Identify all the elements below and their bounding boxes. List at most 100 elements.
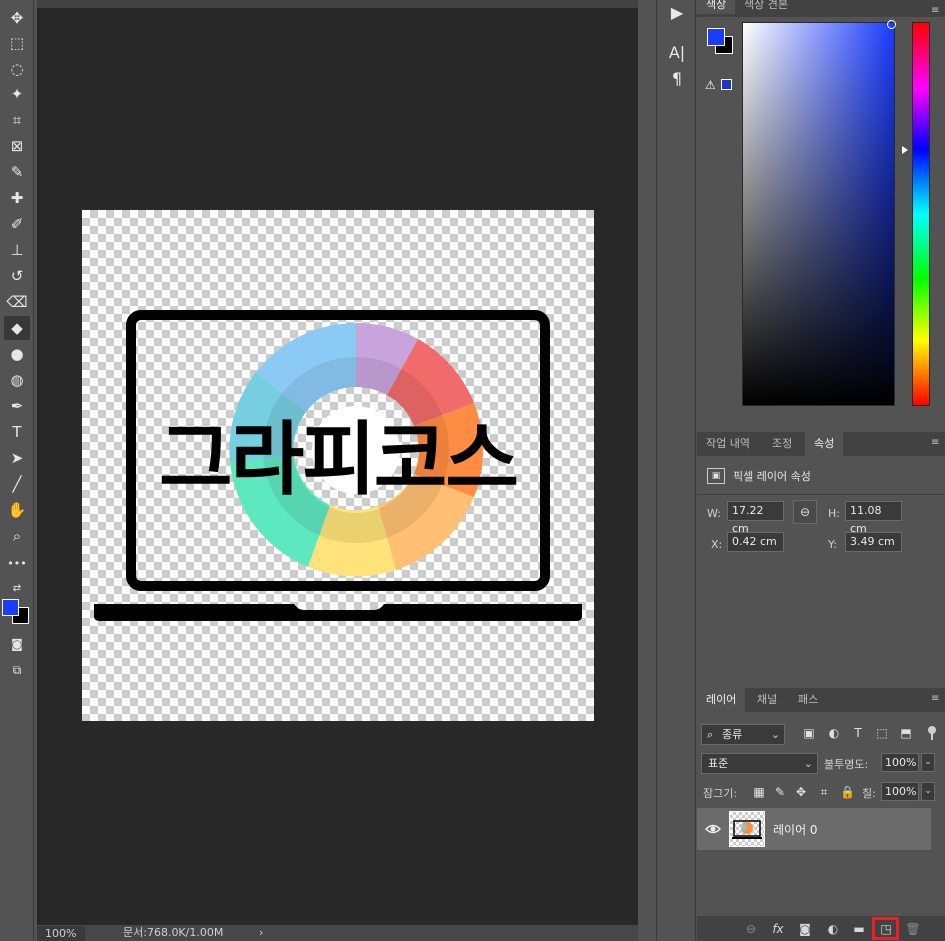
zoom-icon[interactable]: ⌕ xyxy=(4,524,30,548)
paragraph-panel-icon[interactable]: ¶ xyxy=(665,66,689,90)
layers-panel-tabs: 레이어 채널 패스 ≡ xyxy=(697,688,945,712)
eyedropper-icon[interactable]: ✎ xyxy=(4,160,30,184)
blur-icon[interactable]: ● xyxy=(4,342,30,366)
layer-name[interactable]: 레이어 0 xyxy=(773,821,818,838)
marquee-icon[interactable]: ⬚ xyxy=(4,31,30,55)
logo-text: 그라피코스 xyxy=(159,413,519,506)
x-label: X: xyxy=(711,538,723,551)
panel-menu-icon[interactable]: ≡ xyxy=(931,694,941,704)
chevron-down-icon: ⌄ xyxy=(803,757,813,770)
saturation-value-field[interactable] xyxy=(742,22,895,406)
quick-mask-icon[interactable]: ◙ xyxy=(4,632,30,656)
paint-bucket-icon[interactable]: ◆ xyxy=(4,316,30,340)
dodge-icon[interactable]: ◍ xyxy=(4,368,30,392)
color-picker-cursor[interactable] xyxy=(887,20,896,29)
gamut-color-swatch[interactable] xyxy=(721,79,732,90)
width-label: W: xyxy=(707,507,721,520)
layer-thumbnail[interactable] xyxy=(729,811,765,847)
type-filter-icon[interactable]: T xyxy=(851,726,865,740)
layer-mask-icon[interactable]: ◙ xyxy=(797,921,813,937)
new-layer-highlight xyxy=(872,917,899,940)
layer-style-icon[interactable]: fx xyxy=(770,921,786,937)
shape-filter-icon[interactable]: ⬚ xyxy=(875,726,889,740)
eraser-icon[interactable]: ⌫ xyxy=(4,290,30,314)
magic-wand-icon[interactable]: ✦ xyxy=(4,82,30,106)
blend-mode-dropdown[interactable]: 표준 ⌄ xyxy=(701,753,818,774)
new-group-icon[interactable]: ▬ xyxy=(851,921,867,937)
panel-menu-icon[interactable]: ≡ xyxy=(931,6,941,16)
crop-icon[interactable]: ⌗ xyxy=(4,108,30,132)
history-brush-icon[interactable]: ↺ xyxy=(4,264,30,288)
layers-panel-footer: ⊖ fx ◙ ◐ ▬ ◳ 🗑 xyxy=(697,916,945,941)
tab-color[interactable]: 색상 xyxy=(697,0,736,14)
status-bar: 100% 문서:768.0K/1.00M › xyxy=(37,925,638,941)
document-tab-strip[interactable] xyxy=(37,0,638,8)
properties-header-label: 픽셀 레이어 속성 xyxy=(733,470,811,483)
lasso-icon[interactable]: ◌ xyxy=(4,57,30,81)
hand-icon[interactable]: ✋ xyxy=(4,498,30,522)
lock-label: 잠그기: xyxy=(703,787,738,800)
pen-icon[interactable]: ✒ xyxy=(4,394,30,418)
hue-slider-marker[interactable] xyxy=(902,146,908,154)
panel-menu-icon[interactable]: ≡ xyxy=(931,438,941,448)
width-field[interactable]: 17.22 cm xyxy=(727,501,784,535)
document-info: 문서:768.0K/1.00M xyxy=(123,926,224,939)
toolbar-foreground-swatch[interactable] xyxy=(2,599,19,616)
clone-stamp-icon[interactable]: ⊥ xyxy=(4,238,30,262)
tab-properties[interactable]: 속성 xyxy=(805,432,844,456)
divider xyxy=(697,494,945,495)
color-panel-tabs: 색상 색상 견본 ≡ xyxy=(697,0,945,17)
link-dimensions-button[interactable]: ⊖ xyxy=(793,500,817,524)
fill-field[interactable]: 100% xyxy=(881,782,919,801)
opacity-dropdown-arrow[interactable]: ⌄ xyxy=(921,753,935,772)
line-icon[interactable]: ╱ xyxy=(4,472,30,496)
tab-history[interactable]: 작업 내역 xyxy=(697,432,759,456)
layer-filter-dropdown[interactable]: ⌕ 종류 ⌄ xyxy=(701,724,785,745)
hue-slider[interactable] xyxy=(912,22,930,406)
layer-row[interactable]: 레이어 0 xyxy=(697,808,931,850)
gamut-warning-icon[interactable]: ⚠ xyxy=(705,78,716,92)
tab-adjustments[interactable]: 조정 xyxy=(763,432,801,456)
play-actions-icon[interactable]: ▶ xyxy=(665,0,689,24)
swap-colors-icon[interactable]: ⇄ xyxy=(4,576,30,600)
lock-position-icon[interactable]: ✥ xyxy=(794,785,808,799)
type-icon[interactable]: T xyxy=(4,420,30,444)
y-field[interactable]: 3.49 cm xyxy=(845,532,902,552)
status-menu-arrow[interactable]: › xyxy=(259,925,263,941)
tab-layers[interactable]: 레이어 xyxy=(697,688,746,712)
pixel-layer-icon: ▣ xyxy=(707,468,725,484)
zoom-level-field[interactable]: 100% xyxy=(37,926,85,941)
healing-brush-icon[interactable]: ✚ xyxy=(4,186,30,210)
adjustment-filter-icon[interactable]: ◐ xyxy=(827,726,841,740)
fill-dropdown-arrow[interactable]: ⌄ xyxy=(921,782,935,801)
move-icon[interactable]: ✥ xyxy=(4,6,30,30)
opacity-field[interactable]: 100% xyxy=(881,753,919,772)
path-selection-icon[interactable]: ➤ xyxy=(4,446,30,470)
pixel-filter-icon[interactable]: ▣ xyxy=(802,726,816,740)
x-field[interactable]: 0.42 cm xyxy=(727,532,784,552)
lock-artboard-icon[interactable]: ⌗ xyxy=(817,785,831,799)
link-layers-icon[interactable]: ⊖ xyxy=(743,921,759,937)
adjustment-layer-icon[interactable]: ◐ xyxy=(825,921,841,937)
lock-image-icon[interactable]: ✎ xyxy=(773,785,787,799)
trash-icon[interactable]: 🗑 xyxy=(905,921,921,937)
frame-icon[interactable]: ⊠ xyxy=(4,134,30,158)
tab-channels[interactable]: 채널 xyxy=(748,688,786,712)
lock-transparent-icon[interactable]: ▦ xyxy=(752,785,766,799)
eye-icon[interactable] xyxy=(705,821,721,837)
tab-paths[interactable]: 패스 xyxy=(789,688,827,712)
character-panel-icon[interactable]: A| xyxy=(665,40,689,64)
height-field[interactable]: 11.08 cm xyxy=(845,501,902,535)
smart-object-filter-icon[interactable]: ⬒ xyxy=(899,726,913,740)
properties-panel-tabs: 작업 내역 조정 속성 ≡ xyxy=(697,432,945,456)
filter-toggle-icon[interactable] xyxy=(927,726,937,740)
foreground-color-swatch[interactable] xyxy=(707,28,725,46)
screen-mode-icon[interactable]: ⧉ xyxy=(4,658,30,682)
color-panel: 색상 색상 견본 ≡ ⚠ xyxy=(697,0,945,425)
laptop-base xyxy=(94,604,582,621)
lock-all-icon[interactable]: 🔒 xyxy=(840,785,855,799)
tab-swatches[interactable]: 색상 견본 xyxy=(735,0,797,14)
tools-panel: ✥ ⬚ ◌ ✦ ⌗ ⊠ ✎ ✚ ✐ ⊥ ↺ ⌫ ◆ ● ◍ ✒ T ➤ ╱ ✋ ⌕ ••• ⇄ ◙ ⧉ xyxy=(0,0,34,941)
more-tools-icon[interactable]: ••• xyxy=(4,551,30,575)
brush-icon[interactable]: ✐ xyxy=(4,212,30,236)
